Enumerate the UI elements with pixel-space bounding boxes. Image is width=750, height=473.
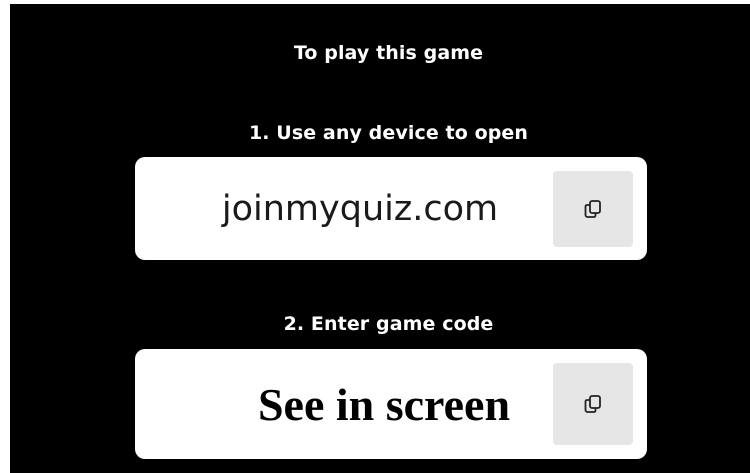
copy-icon [582, 393, 604, 415]
step-2-label: 2. Enter game code [283, 313, 494, 335]
instructions-title: To play this game [293, 42, 484, 64]
game-code-card: See in screen [135, 349, 647, 459]
join-url-card: joinmyquiz.com [135, 157, 647, 260]
step-1-label: 1. Use any device to open [248, 122, 529, 144]
copy-icon [582, 198, 604, 220]
game-code-text: See in screen [257, 378, 511, 430]
join-url-text: joinmyquiz.com [221, 188, 499, 229]
join-instructions-panel: To play this game 1. Use any device to o… [10, 4, 750, 473]
copy-url-button[interactable] [553, 171, 633, 247]
copy-code-button[interactable] [553, 363, 633, 445]
